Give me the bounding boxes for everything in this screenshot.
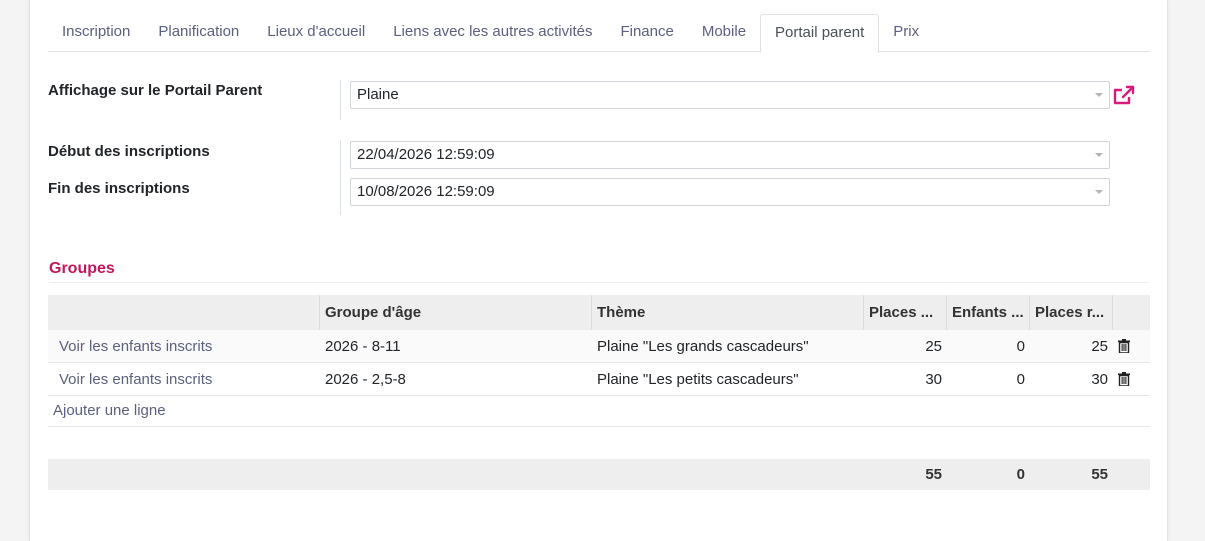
tab-finance[interactable]: Finance	[606, 14, 687, 52]
external-link-icon[interactable]	[1112, 84, 1136, 106]
table-totals-row: 55 0 55	[48, 459, 1150, 490]
tab-planification[interactable]: Planification	[144, 14, 253, 52]
total-children: 0	[1016, 466, 1025, 483]
remaining-cell: 25	[1091, 338, 1108, 355]
theme-cell[interactable]: Plaine "Les petits cascadeurs"	[592, 363, 864, 395]
start-date-value: 22/04/2026 12:59:09	[357, 146, 495, 163]
field-divider	[340, 140, 341, 215]
column-header-places[interactable]: Places ...	[864, 295, 947, 330]
totals-spacer	[592, 459, 864, 490]
theme-cell[interactable]: Plaine "Les grands cascadeurs"	[592, 330, 864, 362]
chevron-down-icon	[1095, 93, 1103, 97]
tab-lieux-accueil[interactable]: Lieux d'accueil	[253, 14, 379, 52]
tab-inscription[interactable]: Inscription	[48, 14, 144, 52]
age-group-cell[interactable]: 2026 - 2,5-8	[320, 363, 592, 395]
display-select[interactable]: Plaine	[350, 81, 1110, 109]
tab-mobile[interactable]: Mobile	[688, 14, 760, 52]
remaining-cell: 30	[1091, 371, 1108, 388]
total-remaining: 55	[1091, 466, 1108, 483]
end-date-field[interactable]: 10/08/2026 12:59:09	[350, 178, 1110, 206]
trash-icon[interactable]	[1118, 371, 1130, 386]
column-header-action	[48, 295, 320, 330]
form-sheet: Inscription Planification Lieux d'accuei…	[29, 0, 1168, 541]
start-date-field[interactable]: 22/04/2026 12:59:09	[350, 141, 1110, 169]
places-cell[interactable]: 30	[864, 363, 947, 395]
table-header: Groupe d'âge Thème Places ... Enfants ..…	[48, 295, 1150, 330]
chevron-down-icon	[1095, 153, 1103, 157]
groups-table: Groupe d'âge Thème Places ... Enfants ..…	[48, 295, 1150, 427]
end-date-value: 10/08/2026 12:59:09	[357, 183, 495, 200]
age-group-cell[interactable]: 2026 - 8-11	[320, 330, 592, 362]
display-select-value: Plaine	[357, 86, 399, 103]
display-label: Affichage sur le Portail Parent	[48, 82, 263, 99]
totals-spacer	[48, 459, 320, 490]
view-enrolled-link[interactable]: Voir les enfants inscrits	[48, 363, 320, 395]
field-divider	[340, 80, 341, 120]
children-cell: 0	[1016, 371, 1025, 388]
end-label: Fin des inscriptions	[48, 180, 190, 197]
table-row: Voir les enfants inscrits 2026 - 2,5-8 P…	[48, 363, 1150, 396]
tab-liens-activites[interactable]: Liens avec les autres activités	[379, 14, 606, 52]
delete-cell	[1113, 363, 1150, 395]
places-cell[interactable]: 25	[864, 330, 947, 362]
total-places: 55	[925, 466, 942, 483]
add-row-link[interactable]: Ajouter une ligne	[48, 396, 1150, 427]
totals-spacer	[1113, 459, 1150, 490]
groups-title: Groupes	[49, 260, 115, 277]
chevron-down-icon	[1095, 190, 1103, 194]
tab-bar: Inscription Planification Lieux d'accuei…	[48, 14, 1150, 53]
column-header-children[interactable]: Enfants ...	[947, 295, 1030, 330]
delete-cell	[1113, 330, 1150, 362]
section-divider	[49, 282, 1149, 283]
column-header-age-group[interactable]: Groupe d'âge	[320, 295, 592, 330]
tab-portail-parent[interactable]: Portail parent	[760, 14, 880, 53]
column-header-theme[interactable]: Thème	[592, 295, 864, 330]
view-enrolled-link[interactable]: Voir les enfants inscrits	[48, 330, 320, 362]
column-header-delete	[1113, 295, 1150, 330]
totals-spacer	[320, 459, 592, 490]
tab-prix[interactable]: Prix	[879, 14, 933, 52]
table-row: Voir les enfants inscrits 2026 - 8-11 Pl…	[48, 330, 1150, 363]
start-label: Début des inscriptions	[48, 143, 210, 160]
children-cell: 0	[1016, 338, 1025, 355]
column-header-remaining[interactable]: Places r...	[1030, 295, 1113, 330]
trash-icon[interactable]	[1118, 338, 1130, 353]
